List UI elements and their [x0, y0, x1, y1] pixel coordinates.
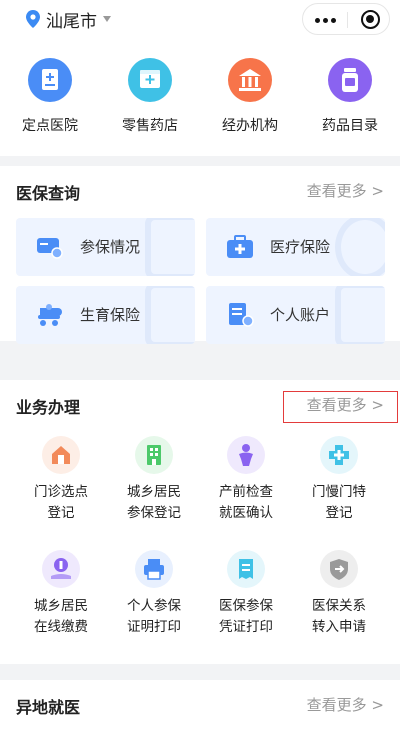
tile-personal-account[interactable]: 个人账户 — [206, 286, 385, 344]
tile-watermark — [335, 218, 385, 276]
medicine-bottle-icon — [328, 58, 372, 102]
close-target-icon[interactable] — [361, 10, 380, 29]
insurance-query-card: 医保查询 查看更多 > 参保情况 医疗保险 生育保险 个人账户 — [0, 166, 400, 344]
printer-icon — [135, 550, 173, 588]
tile-watermark — [145, 286, 195, 344]
medical-kit-icon — [227, 235, 253, 258]
quick-nav: 定点医院 零售药店 经办机构 药品目录 — [0, 40, 400, 156]
building-icon — [135, 436, 173, 474]
biz-item-prenatal-check[interactable]: 产前检查 就医确认 — [200, 436, 292, 524]
shield-transfer-icon — [320, 550, 358, 588]
tile-insured-status[interactable]: 参保情况 — [16, 218, 195, 276]
hospital-doc-icon — [28, 58, 72, 102]
city-name: 汕尾市 — [46, 11, 97, 32]
biz-item-resident-enrollment[interactable]: 城乡居民 参保登记 — [108, 436, 200, 524]
biz-item-voucher-print[interactable]: 医保参保 凭证打印 — [200, 550, 292, 638]
clinic-house-icon — [42, 436, 80, 474]
biz-label: 门慢门特 登记 — [312, 484, 366, 521]
insured-card-icon — [37, 238, 63, 259]
quick-label: 零售药店 — [122, 118, 178, 134]
top-bar: 汕尾市 — [0, 0, 400, 40]
tile-label: 生育保险 — [80, 306, 141, 324]
section-title: 异地就医 — [16, 698, 81, 717]
biz-item-online-payment[interactable]: 城乡居民 在线缴费 — [15, 550, 107, 638]
remote-medical-card: 异地就医 查看更多 > — [0, 680, 400, 734]
tile-label: 参保情况 — [80, 238, 141, 256]
city-selector[interactable]: 汕尾市 — [26, 8, 111, 32]
medical-cross-icon — [320, 436, 358, 474]
stroller-icon — [38, 304, 62, 326]
biz-item-clinic-registration[interactable]: 门诊选点 登记 — [15, 436, 107, 524]
biz-item-chronic-registration[interactable]: 门慢门特 登记 — [293, 436, 385, 524]
section-title: 医保查询 — [16, 184, 81, 203]
biz-label: 医保关系 转入申请 — [312, 598, 366, 635]
biz-label: 门诊选点 登记 — [34, 484, 88, 521]
capsule-divider — [347, 12, 348, 28]
mini-program-capsule — [302, 3, 390, 35]
receipt-icon — [227, 550, 265, 588]
tile-watermark — [145, 218, 195, 276]
biz-label: 城乡居民 参保登记 — [127, 484, 181, 521]
tile-watermark — [335, 286, 385, 344]
pharmacy-icon — [128, 58, 172, 102]
quick-item-medicine[interactable]: 药品目录 — [310, 58, 390, 135]
section-title: 业务办理 — [16, 398, 81, 417]
quick-label: 药品目录 — [322, 118, 378, 134]
account-doc-icon — [229, 303, 254, 327]
insurance-query-more-link[interactable]: 查看更多 > — [307, 180, 384, 201]
quick-label: 定点医院 — [22, 118, 78, 134]
caret-down-icon — [103, 16, 111, 22]
quick-item-institution[interactable]: 经办机构 — [210, 58, 290, 135]
prenatal-person-icon — [227, 436, 265, 474]
payment-hand-icon — [42, 550, 80, 588]
tile-medical-insurance[interactable]: 医疗保险 — [206, 218, 385, 276]
biz-label: 城乡居民 在线缴费 — [34, 598, 88, 635]
tile-label: 个人账户 — [270, 306, 331, 324]
quick-label: 经办机构 — [222, 118, 278, 134]
biz-item-personal-certificate[interactable]: 个人参保 证明打印 — [108, 550, 200, 638]
tile-maternity-insurance[interactable]: 生育保险 — [16, 286, 195, 344]
remote-medical-more-link[interactable]: 查看更多 > — [307, 694, 384, 715]
highlight-box — [283, 391, 398, 423]
biz-label: 医保参保 凭证打印 — [219, 598, 273, 635]
biz-item-transfer-application[interactable]: 医保关系 转入申请 — [293, 550, 385, 638]
quick-item-pharmacy[interactable]: 零售药店 — [110, 58, 190, 135]
biz-label: 个人参保 证明打印 — [127, 598, 181, 635]
institution-icon — [228, 58, 272, 102]
tile-label: 医疗保险 — [270, 238, 331, 256]
location-pin-icon — [26, 10, 40, 28]
biz-label: 产前检查 就医确认 — [219, 484, 273, 521]
quick-item-hospital[interactable]: 定点医院 — [10, 58, 90, 135]
more-dots-icon[interactable] — [315, 18, 337, 24]
